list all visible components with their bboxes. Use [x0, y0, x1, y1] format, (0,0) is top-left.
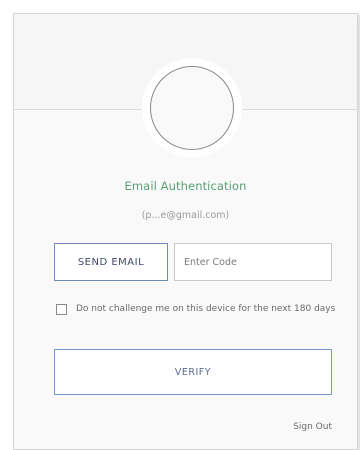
remember-device-checkbox[interactable]	[56, 304, 67, 315]
sign-out-link[interactable]: Sign Out	[274, 422, 332, 432]
auth-card: Email Authentication (p...e@gmail.com) S…	[13, 13, 358, 450]
page-frame: Email Authentication (p...e@gmail.com) S…	[0, 0, 360, 450]
verification-code-input[interactable]	[174, 243, 332, 281]
masked-email: (p...e@gmail.com)	[141, 210, 230, 221]
page-title: Email Authentication	[124, 179, 247, 193]
send-email-button[interactable]: SEND EMAIL	[54, 243, 168, 281]
verify-button[interactable]: VERIFY	[54, 349, 332, 395]
avatar	[150, 66, 234, 150]
remember-device-label: Do not challenge me on this device for t…	[76, 304, 336, 314]
